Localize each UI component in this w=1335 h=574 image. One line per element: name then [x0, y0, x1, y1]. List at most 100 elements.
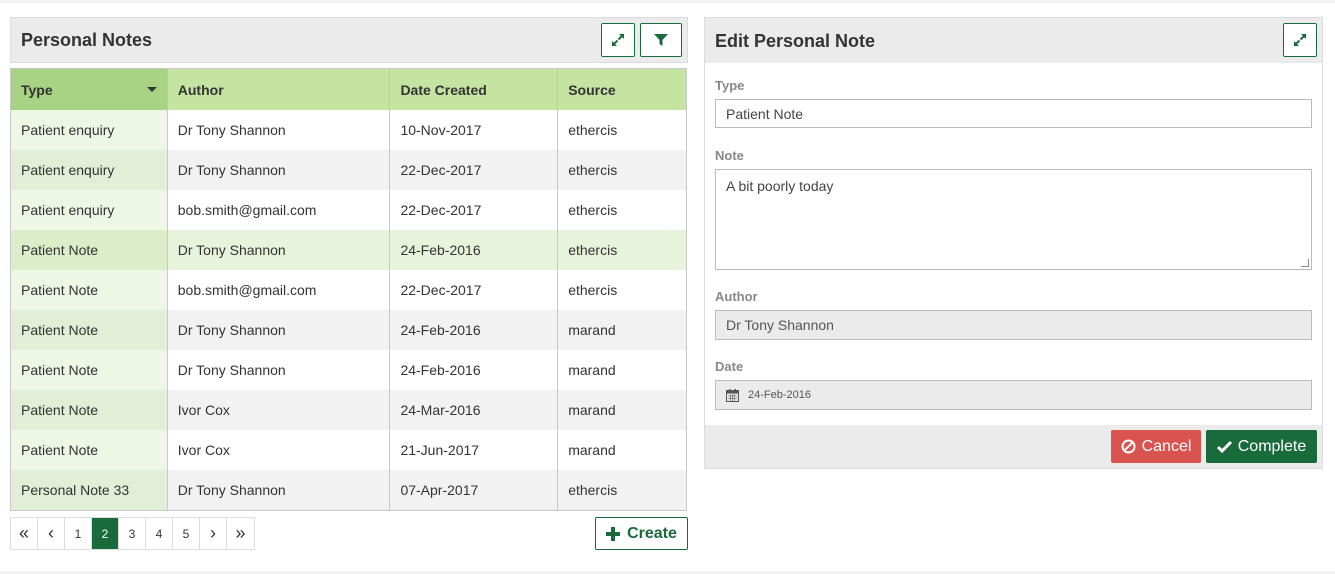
table-row[interactable]: Personal Note 33 Dr Tony Shannon 07-Apr-20… [11, 470, 686, 510]
table-row[interactable]: Patient enquiry Dr Tony Shannon 22-Dec-201… [11, 150, 686, 190]
note-text: A bit poorly today [726, 178, 834, 194]
cell-type: Patient Note [11, 270, 168, 310]
cell-author: Dr Tony Shannon [168, 350, 391, 390]
cell-date-created: 24-Feb-2016 [390, 230, 559, 270]
panel-title: Personal Notes [21, 30, 153, 50]
table-body: Patient enquiry Dr Tony Shannon 10-Nov-201… [11, 110, 686, 510]
author-label: Author [715, 289, 758, 304]
plus-icon [606, 526, 621, 541]
cell-date-created: 10-Nov-2017 [390, 110, 559, 150]
note-label: Note [715, 148, 744, 163]
page-button-1[interactable]: 1 [65, 518, 92, 549]
cell-date-created: 22-Dec-2017 [390, 270, 559, 310]
last-page-button[interactable]: » [227, 518, 254, 549]
cell-date-created: 21-Jun-2017 [390, 430, 559, 470]
edit-note-header: Edit Personal Note [705, 18, 1322, 63]
cell-source: ethercis [568, 282, 618, 298]
cell-author: Dr Tony Shannon [168, 230, 391, 270]
next-page-button[interactable]: › [200, 518, 227, 549]
cell-type: Patient Note [11, 230, 168, 270]
cell-date-created: 24-Feb-2016 [390, 310, 559, 350]
page-button-4[interactable]: 4 [146, 518, 173, 549]
ban-icon [1121, 439, 1136, 454]
page-button-2[interactable]: 2 [92, 518, 119, 549]
table-header: Type Author Date Created Source [11, 69, 686, 110]
first-page-button[interactable]: « [11, 518, 38, 549]
cancel-label: Cancel [1141, 437, 1192, 455]
cell-author: Dr Tony Shannon [168, 310, 391, 350]
cell-type: Patient enquiry [11, 150, 168, 190]
cell-source: ethercis [568, 202, 618, 218]
complete-button[interactable]: Complete [1206, 430, 1317, 463]
cancel-button[interactable]: Cancel [1111, 430, 1201, 463]
cell-date-created: 22-Dec-2017 [390, 150, 559, 190]
cell-author: Ivor Cox [168, 390, 391, 430]
type-label: Type [715, 78, 745, 93]
filter-button[interactable] [640, 23, 682, 57]
column-header-source[interactable]: Source [558, 69, 686, 110]
table-row[interactable]: Patient Note Ivor Cox 24-Mar-2016 marand [11, 390, 686, 430]
resize-handle-icon[interactable] [1301, 259, 1309, 267]
cell-source: ethercis [568, 122, 618, 138]
expand-button[interactable] [601, 23, 635, 57]
expand-button[interactable] [1283, 23, 1317, 57]
column-header-date-created[interactable]: Date Created [390, 69, 559, 110]
date-field: 24-Feb-2016 [715, 380, 1312, 410]
edit-note-panel: Edit Personal Note Type Patient Note Not… [704, 17, 1323, 469]
check-icon [1216, 440, 1232, 453]
cell-type: Patient enquiry [11, 110, 168, 150]
table-row[interactable]: Patient enquiry bob.smith@gmail.com 22-Dec… [11, 190, 686, 230]
cell-date-created: 22-Dec-2017 [390, 190, 559, 230]
type-field[interactable]: Patient Note [715, 99, 1312, 128]
cell-author: bob.smith@gmail.com [168, 190, 391, 230]
expand-icon [612, 34, 624, 46]
notes-table: Type Author Date Created Source Patient … [10, 68, 687, 511]
page-button-5[interactable]: 5 [173, 518, 200, 549]
cell-type: Patient Note [11, 390, 168, 430]
expand-icon [1294, 34, 1306, 46]
cell-source: ethercis [568, 162, 618, 178]
table-row[interactable]: Patient Note Dr Tony Shannon 24-Feb-2016 ma… [11, 350, 686, 390]
cell-author: Dr Tony Shannon [168, 110, 391, 150]
sort-caret-icon [146, 87, 157, 92]
pagination: « ‹ 1 2 3 4 5 › » [10, 517, 255, 550]
edit-panel-title: Edit Personal Note [715, 31, 876, 51]
cell-source: marand [568, 442, 616, 458]
cell-author: Dr Tony Shannon [168, 470, 391, 510]
prev-page-button[interactable]: ‹ [38, 518, 65, 549]
cell-author: bob.smith@gmail.com [168, 270, 391, 310]
table-row[interactable]: Patient Note Dr Tony Shannon 24-Feb-2016 ma… [11, 310, 686, 350]
column-header-author[interactable]: Author [168, 69, 391, 110]
cell-date-created: 07-Apr-2017 [390, 470, 559, 510]
column-header-type[interactable]: Type [11, 69, 168, 110]
author-field: Dr Tony Shannon [715, 310, 1312, 340]
note-textarea[interactable]: A bit poorly today [715, 169, 1312, 270]
table-row[interactable]: Patient enquiry Dr Tony Shannon 10-Nov-201… [11, 110, 686, 150]
table-row[interactable]: Patient Note Dr Tony Shannon 24-Feb-2016 et… [11, 230, 686, 270]
cell-author: Dr Tony Shannon [168, 150, 391, 190]
create-button[interactable]: Create [595, 517, 688, 550]
personal-notes-header: Personal Notes [10, 17, 688, 63]
cell-type: Patient Note [11, 350, 168, 390]
cell-author: Ivor Cox [168, 430, 391, 470]
create-label: Create [627, 524, 677, 542]
calendar-icon [726, 388, 739, 402]
cell-source: marand [568, 362, 616, 378]
cell-date-created: 24-Feb-2016 [390, 350, 559, 390]
table-row[interactable]: Patient Note Ivor Cox 21-Jun-2017 marand [11, 430, 686, 470]
cell-type: Patient Note [11, 310, 168, 350]
form-footer: Cancel Complete [705, 425, 1322, 468]
cell-source: ethercis [568, 242, 618, 258]
top-divider [0, 0, 1335, 3]
table-row[interactable]: Patient Note bob.smith@gmail.com 22-Dec-20… [11, 270, 686, 310]
date-value: 24-Feb-2016 [748, 389, 811, 401]
page-button-3[interactable]: 3 [119, 518, 146, 549]
cell-type: Personal Note 33 [11, 470, 168, 510]
cell-date-created: 24-Mar-2016 [390, 390, 559, 430]
complete-label: Complete [1237, 437, 1307, 455]
cell-source: marand [568, 402, 616, 418]
cell-source: marand [568, 322, 616, 338]
date-label: Date [715, 359, 744, 374]
cell-type: Patient Note [11, 430, 168, 470]
filter-icon [654, 34, 668, 46]
